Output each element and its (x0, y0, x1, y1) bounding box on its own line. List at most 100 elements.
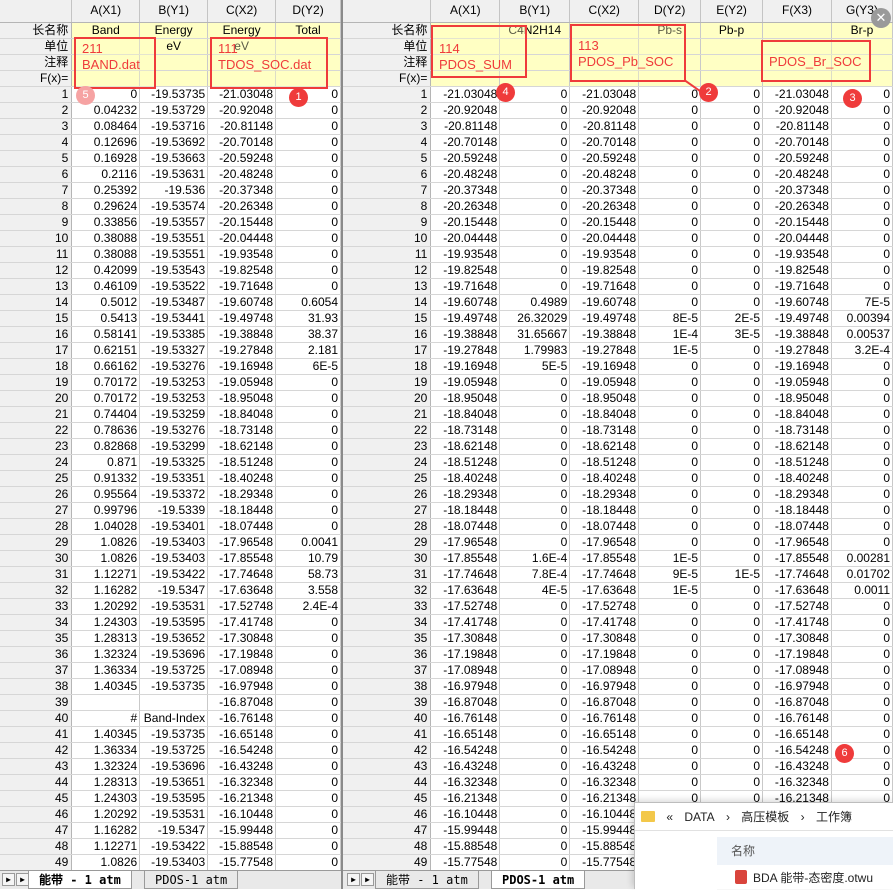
data-cell[interactable]: -16.43248 (569, 758, 640, 775)
data-cell[interactable]: -17.08948 (569, 662, 640, 679)
data-cell[interactable]: 0 (275, 470, 341, 487)
row-number[interactable]: 39 (0, 694, 73, 711)
data-cell[interactable]: -18.73148 (762, 422, 832, 439)
data-cell[interactable]: 0 (831, 198, 893, 215)
data-cell[interactable]: -20.81148 (430, 118, 501, 135)
data-cell[interactable]: 0.00537 (831, 326, 893, 343)
column-header[interactable]: B(Y1) (499, 0, 571, 23)
data-cell[interactable]: 0 (831, 358, 893, 375)
data-cell[interactable]: 0 (499, 246, 571, 263)
data-cell[interactable]: -19.53543 (139, 262, 209, 279)
data-cell[interactable]: -16.65148 (569, 726, 640, 743)
data-cell[interactable]: -20.04448 (207, 230, 277, 247)
data-cell[interactable]: 0 (499, 822, 571, 839)
data-cell[interactable]: -16.32348 (569, 774, 640, 791)
data-cell[interactable]: -18.18448 (569, 502, 640, 519)
meta-row-label[interactable]: F(x)= (343, 70, 432, 87)
row-number[interactable]: 4 (343, 134, 432, 151)
data-cell[interactable]: -19.53692 (139, 134, 209, 151)
row-number[interactable]: 33 (0, 598, 73, 615)
data-cell[interactable]: 0 (831, 86, 893, 103)
data-cell[interactable]: -16.43248 (207, 758, 277, 775)
row-number[interactable]: 22 (343, 422, 432, 439)
row-number[interactable]: 44 (343, 774, 432, 791)
row-number[interactable]: 11 (0, 246, 73, 263)
data-cell[interactable]: -20.70148 (762, 134, 832, 151)
column-header-name[interactable]: 名称 (717, 837, 893, 865)
data-cell[interactable]: 2E-5 (700, 310, 764, 327)
data-cell[interactable]: 1.28313 (71, 774, 141, 791)
data-cell[interactable]: -16.54248 (430, 742, 501, 759)
data-cell[interactable]: 0 (700, 550, 764, 567)
data-cell[interactable]: 0 (638, 486, 702, 503)
row-number[interactable]: 25 (343, 470, 432, 487)
data-cell[interactable]: 0 (700, 246, 764, 263)
data-cell[interactable]: -17.52748 (762, 598, 832, 615)
row-number[interactable]: 7 (0, 182, 73, 199)
meta-row-label[interactable]: 单位 (343, 38, 432, 55)
data-cell[interactable]: 0.99796 (71, 502, 141, 519)
data-cell[interactable]: -19.5347 (139, 822, 209, 839)
row-number[interactable]: 33 (343, 598, 432, 615)
row-number[interactable]: 28 (343, 518, 432, 535)
data-cell[interactable]: -19.16948 (569, 358, 640, 375)
tab-scroll-end-button[interactable]: ▶ (361, 873, 374, 886)
data-cell[interactable]: 0 (638, 710, 702, 727)
data-cell[interactable]: -18.07448 (762, 518, 832, 535)
row-number[interactable]: 13 (343, 278, 432, 295)
data-cell[interactable]: -17.63648 (569, 582, 640, 599)
data-cell[interactable]: -20.37348 (569, 182, 640, 199)
data-cell[interactable]: -20.37348 (207, 182, 277, 199)
data-cell[interactable]: -20.26348 (207, 198, 277, 215)
data-cell[interactable]: -19.16948 (207, 358, 277, 375)
row-number[interactable]: 40 (0, 710, 73, 727)
data-cell[interactable]: 0 (499, 774, 571, 791)
data-cell[interactable]: 0 (700, 502, 764, 519)
data-cell[interactable]: 0 (499, 230, 571, 247)
address-bar[interactable]: « DATA › 高压模板 › 工作簿 (635, 803, 893, 831)
data-cell[interactable]: -19.53325 (139, 454, 209, 471)
data-cell[interactable]: 0 (499, 134, 571, 151)
data-cell[interactable]: 0 (499, 630, 571, 647)
data-cell[interactable]: 0 (700, 390, 764, 407)
close-icon[interactable]: ✕ (871, 8, 891, 28)
data-cell[interactable]: 0 (499, 806, 571, 823)
data-cell[interactable]: 1.24303 (71, 614, 141, 631)
data-cell[interactable]: 0 (275, 518, 341, 535)
row-number[interactable]: 37 (0, 662, 73, 679)
meta-row-label[interactable]: 注释 (0, 54, 73, 71)
data-cell[interactable] (139, 694, 209, 711)
data-cell[interactable]: 0 (700, 342, 764, 359)
data-cell[interactable]: 0 (275, 406, 341, 423)
data-cell[interactable]: -19.53403 (139, 534, 209, 551)
data-cell[interactable]: 0.12696 (71, 134, 141, 151)
data-cell[interactable]: 0 (831, 486, 893, 503)
data-cell[interactable]: -19.49748 (207, 310, 277, 327)
data-cell[interactable]: -19.53735 (139, 678, 209, 695)
data-cell[interactable]: 1E-4 (638, 326, 702, 343)
breadcrumb-template[interactable]: 高压模板 (741, 810, 789, 824)
data-cell[interactable]: 0.0041 (275, 534, 341, 551)
data-cell[interactable]: 0 (831, 614, 893, 631)
data-cell[interactable]: -19.38848 (207, 326, 277, 343)
data-cell[interactable]: -19.27848 (430, 342, 501, 359)
data-cell[interactable]: -20.15448 (569, 214, 640, 231)
row-number[interactable]: 49 (343, 854, 432, 871)
data-cell[interactable]: -19.53522 (139, 278, 209, 295)
data-cell[interactable]: -16.43248 (430, 758, 501, 775)
row-number[interactable]: 35 (0, 630, 73, 647)
data-cell[interactable]: 0 (275, 102, 341, 119)
data-cell[interactable]: -16.32348 (762, 774, 832, 791)
row-number[interactable]: 48 (0, 838, 73, 855)
data-cell[interactable]: 0.74404 (71, 406, 141, 423)
data-cell[interactable]: 1.40345 (71, 678, 141, 695)
data-cell[interactable]: -19.53422 (139, 566, 209, 583)
data-cell[interactable]: -17.19848 (207, 646, 277, 663)
data-cell[interactable]: 0 (638, 742, 702, 759)
data-cell[interactable]: 0 (700, 742, 764, 759)
data-cell[interactable]: 0 (275, 134, 341, 151)
data-cell[interactable]: -17.19848 (430, 646, 501, 663)
data-cell[interactable]: 0 (275, 694, 341, 711)
row-number[interactable]: 48 (343, 838, 432, 855)
row-number[interactable]: 21 (0, 406, 73, 423)
